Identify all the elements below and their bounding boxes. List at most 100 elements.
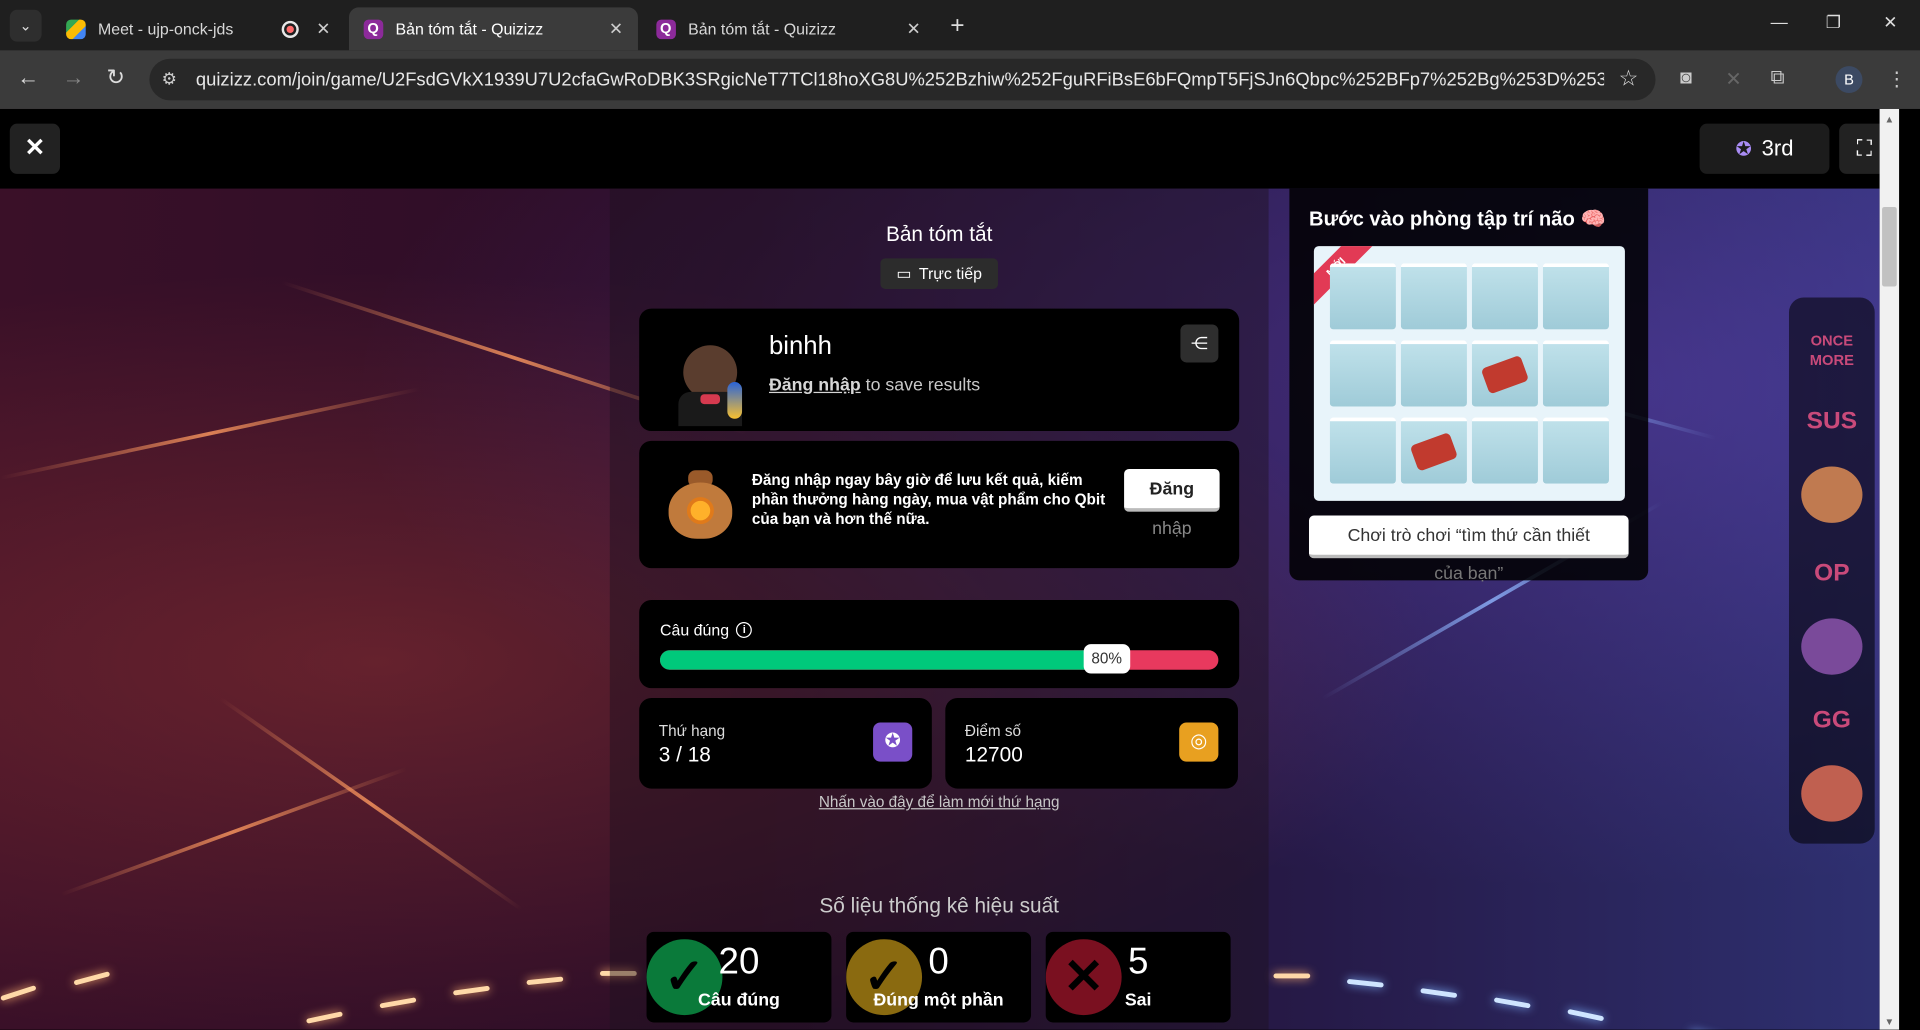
rank-value: 3 / 18: [658, 743, 711, 767]
rank-pill: ✪ 3rd: [1699, 123, 1830, 174]
medal-icon: ✪: [1735, 138, 1752, 160]
info-icon[interactable]: i: [736, 622, 753, 638]
firecracker-icon: [1480, 354, 1530, 395]
restore-icon[interactable]: ❐: [1826, 12, 1841, 33]
camera-icon[interactable]: ◙: [1680, 67, 1692, 89]
bookmark-star-icon[interactable]: ☆: [1619, 66, 1639, 92]
login-promo-card: Đăng nhập ngay bây giờ để lưu kết quả, k…: [639, 440, 1240, 569]
grid-cell: [1329, 417, 1396, 484]
bg-light: [1420, 988, 1458, 999]
share-button[interactable]: ⋲: [1180, 324, 1219, 363]
grid-cell: [1400, 263, 1467, 330]
tab-meet[interactable]: Meet - ujp-onck-jds ✕: [51, 7, 345, 50]
partial-label: Đúng một phần: [873, 990, 1004, 1011]
address-bar[interactable]: ⚙ quizizz.com/join/game/U2FsdGVkX1939U7U…: [149, 58, 1656, 101]
sticker-astronaut[interactable]: [1801, 618, 1863, 675]
score-card: Điểm số 12700 ◎: [945, 697, 1238, 789]
grid-cell: [1400, 417, 1467, 484]
page-scrollbar[interactable]: ▲ ▼: [1879, 108, 1900, 1030]
sticker-gg[interactable]: GG: [1801, 692, 1862, 748]
bg-light: [526, 976, 564, 986]
correct-label: Câu đúng: [698, 990, 780, 1011]
sticker-sus[interactable]: SUS: [1801, 393, 1862, 449]
extension-x-icon[interactable]: ✕: [1725, 67, 1741, 91]
wrong-label: Sai: [1124, 990, 1152, 1011]
avatar: [673, 345, 746, 427]
accuracy-bar-fill: [660, 650, 1107, 670]
grid-cell: [1471, 417, 1538, 484]
tab-search-button[interactable]: ⌄: [9, 9, 42, 42]
player-name: binhh: [768, 331, 832, 361]
tab-quizizz-active[interactable]: Bản tóm tắt - Quizizz ✕: [348, 7, 638, 51]
quizizz-favicon-icon: [363, 18, 384, 39]
share-icon: ⋲: [1190, 333, 1208, 353]
close-tab-icon[interactable]: ✕: [906, 18, 920, 39]
browser-tab-bar: ⌄ Meet - ujp-onck-jds ✕ Bản tóm tắt - Qu…: [0, 0, 1920, 51]
forward-icon[interactable]: →: [62, 65, 84, 91]
reload-icon[interactable]: ↻: [107, 65, 125, 91]
browser-toolbar: ← → ↻ ⚙ quizizz.com/join/game/U2FsdGVkX1…: [0, 50, 1920, 109]
quizizz-app: ✕ ✪ 3rd ⛶ Bản tóm tắt ▭ Trực tiếp binhh …: [0, 108, 1880, 1030]
grid-cell: [1329, 340, 1396, 407]
live-icon: ▭: [896, 263, 912, 283]
back-icon[interactable]: ←: [17, 65, 39, 91]
play-game-button[interactable]: Chơi trò chơi “tìm thứ cần thiết: [1308, 515, 1629, 559]
meet-favicon-icon: [66, 18, 86, 39]
live-label: Trực tiếp: [918, 264, 982, 283]
reaction-sticker-rail: ONCE MORE SUS OP GG: [1788, 297, 1875, 844]
bg-light: [306, 1011, 343, 1024]
quizizz-favicon-icon: [656, 18, 676, 39]
url-text[interactable]: quizizz.com/join/game/U2FsdGVkX1939U7U2c…: [196, 70, 1604, 91]
score-value: 12700: [964, 743, 1023, 767]
minimize-icon[interactable]: —: [1771, 12, 1788, 32]
refresh-rank-link[interactable]: Nhấn vào đây để làm mới thứ hạng: [610, 793, 1269, 810]
close-tab-icon[interactable]: ✕: [316, 18, 330, 39]
login-button-overflow: nhập: [1152, 519, 1192, 539]
bg-light: [452, 985, 490, 996]
sticker-op[interactable]: OP: [1801, 545, 1862, 601]
play-game-button-overflow: của bạn”: [1434, 564, 1504, 585]
coins-icon: ◎: [1179, 722, 1219, 762]
site-info-icon[interactable]: ⚙: [162, 69, 177, 90]
accuracy-label: Câu đúng: [660, 620, 730, 640]
performance-title: Số liệu thống kê hiệu suất: [819, 893, 1059, 918]
bg-light: [0, 985, 37, 1002]
bg-light: [1346, 978, 1384, 988]
live-mode-badge: ▭ Trực tiếp: [880, 258, 998, 289]
extensions-puzzle-icon[interactable]: ⧉: [1771, 67, 1785, 89]
money-bag-icon: [666, 470, 735, 539]
close-tab-icon[interactable]: ✕: [609, 18, 623, 39]
scroll-up-icon[interactable]: ▲: [1885, 114, 1895, 125]
accuracy-percent-badge: 80%: [1083, 644, 1130, 674]
exit-game-button[interactable]: ✕: [9, 123, 61, 174]
login-link[interactable]: Đăng nhập: [769, 376, 861, 396]
rank-card: Thứ hạng 3 / 18 ✪: [639, 697, 932, 789]
login-button[interactable]: Đăng: [1124, 468, 1220, 512]
tab-quizizz[interactable]: Bản tóm tắt - Quizizz ✕: [642, 7, 936, 50]
memory-grid-preview[interactable]: MỚI: [1313, 246, 1625, 501]
correct-stat-box: ✓ 20 Câu đúng: [646, 931, 832, 1023]
grid-cell: [1471, 340, 1538, 407]
bg-light-streak: [60, 767, 408, 897]
scrollbar-thumb[interactable]: [1882, 206, 1897, 287]
game-top-bar: ✕ ✪ 3rd ⛶: [0, 108, 1880, 189]
sticker-mug[interactable]: [1801, 765, 1863, 822]
scroll-down-icon[interactable]: ▼: [1885, 1016, 1895, 1027]
bg-light: [1493, 997, 1531, 1009]
grid-cell: [1400, 340, 1467, 407]
brain-gym-title: Bước vào phòng tập trí não 🧠: [1308, 208, 1606, 231]
sticker-face[interactable]: [1801, 466, 1863, 523]
partial-count: 0: [928, 941, 949, 983]
new-tab-button[interactable]: +: [950, 12, 964, 40]
bg-light-streak: [0, 387, 420, 480]
profile-avatar[interactable]: B: [1835, 66, 1863, 94]
login-prompt: Đăng nhập to save results: [769, 376, 980, 396]
grid-cell: [1542, 340, 1609, 407]
sticker-once-more[interactable]: ONCE MORE: [1801, 322, 1862, 378]
medal-icon: ✪: [873, 722, 913, 762]
menu-kebab-icon[interactable]: ⋮: [1887, 67, 1907, 91]
fullscreen-button[interactable]: ⛶: [1839, 123, 1880, 174]
close-window-icon[interactable]: ✕: [1883, 12, 1897, 33]
login-suffix: to save results: [865, 375, 981, 396]
bg-light: [1273, 973, 1311, 979]
